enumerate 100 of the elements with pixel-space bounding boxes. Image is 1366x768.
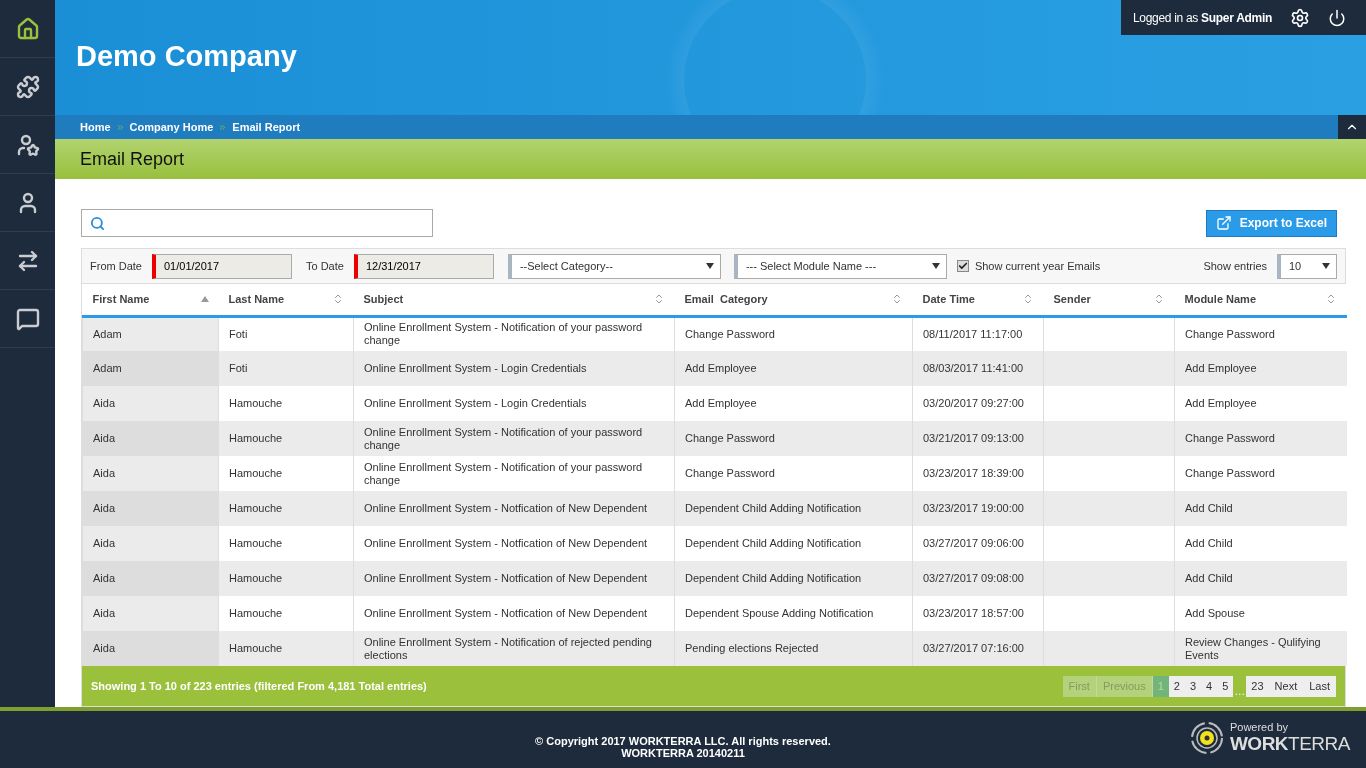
table-cell: Online Enrollment System - Login Credentials [353, 386, 675, 421]
table-cell: Aida [82, 561, 219, 596]
table-cell: Change Password [674, 456, 913, 491]
table-cell: Online Enrollment System - Notification of your password change [353, 456, 675, 491]
table-cell: Add Spouse [1174, 596, 1347, 631]
table-cell: Aida [82, 386, 219, 421]
collapse-button[interactable] [1338, 115, 1366, 139]
target-logo-icon [1189, 721, 1224, 755]
search-field[interactable] [81, 209, 433, 237]
table-cell: Add Employee [674, 351, 913, 386]
export-icon [1215, 215, 1232, 231]
table-cell: 03/23/2017 18:39:00 [912, 456, 1044, 491]
table-cell: Hamouche [218, 491, 354, 526]
page-title: Email Report [80, 148, 185, 170]
table-cell: Online Enrollment System - Notification of your password change [353, 316, 675, 351]
table-cell: Aida [82, 456, 219, 491]
table-cell: Hamouche [218, 596, 354, 631]
table-cell: Foti [218, 316, 354, 351]
breadcrumb-link[interactable]: Email Report [232, 121, 301, 133]
company-name: Demo Company [76, 40, 297, 73]
table-cell: Aida [82, 421, 219, 456]
column-header[interactable]: Module Name [1174, 284, 1347, 316]
ellipsis: … [1233, 683, 1247, 697]
table-cell: Hamouche [218, 526, 354, 561]
settings-icon [1290, 7, 1310, 28]
table-cell: Hamouche [218, 386, 354, 421]
home-icon [15, 16, 40, 41]
date-field[interactable]: 01/01/2017 [151, 253, 292, 279]
separator-icon [115, 122, 125, 132]
table-cell: Change Password [1174, 421, 1347, 456]
table-cell: Dependent Spouse Adding Notification [674, 596, 913, 631]
table-cell: 03/27/2017 07:16:00 [912, 631, 1044, 666]
table-cell: Dependent Child Adding Notification [674, 561, 913, 596]
table-cell: Change Password [674, 421, 913, 456]
table-cell: 03/21/2017 09:13:00 [912, 421, 1044, 456]
power-icon [1328, 8, 1346, 27]
copyright-text: © Copyright 2017 WORKTERRA LLC. All rights reserved. [535, 734, 831, 747]
page-button[interactable]: 23 [1246, 675, 1269, 697]
dropdown-arrow-icon [1322, 263, 1330, 269]
table-cell: 03/23/2017 19:00:00 [912, 491, 1044, 526]
category-select[interactable]: --Select Category-- [507, 253, 721, 279]
table-cell: 03/20/2017 09:27:00 [912, 386, 1044, 421]
table-cell: Adam [82, 351, 219, 386]
checkbox[interactable] [956, 260, 969, 272]
pagination-nav-button[interactable]: Next [1268, 675, 1304, 697]
breadcrumb-link[interactable]: Company Home [129, 121, 214, 133]
table-cell: 03/27/2017 09:08:00 [912, 561, 1044, 596]
table-cell: 08/03/2017 11:41:00 [912, 351, 1044, 386]
table-cell: Hamouche [218, 421, 354, 456]
table-cell: Change Password [1174, 316, 1347, 351]
table-cell: Hamouche [218, 561, 354, 596]
entries-summary: Showing 1 To 10 of 223 entries (filtered From 4,181 Total entries) [91, 680, 427, 692]
table-cell: Change Password [674, 316, 913, 351]
page-button[interactable]: 5 [1217, 675, 1234, 697]
table-cell: Pending elections Rejected [674, 631, 913, 666]
brand-name: WORKTERRA [1229, 733, 1350, 755]
table-cell: Online Enrollment System - Notfication of New Dependent [353, 491, 675, 526]
table-cell: Aida [82, 631, 219, 666]
module-select[interactable]: --- Select Module Name --- [733, 253, 947, 279]
page-button[interactable]: 4 [1201, 675, 1218, 697]
table-cell: Online Enrollment System - Login Credentials [353, 351, 675, 386]
field-label: To Date [305, 260, 344, 272]
table-cell: Dependent Child Adding Notification [674, 526, 913, 561]
breadcrumb-link[interactable]: Home [80, 121, 111, 133]
table-cell: Online Enrollment System - Notfication of New Dependent [353, 596, 675, 631]
version-text: WORKTERRA 20140211 [621, 746, 745, 759]
table-cell: Add Child [1174, 526, 1347, 561]
dropdown-arrow-icon [931, 263, 940, 269]
pagination-nav-button[interactable]: Last [1303, 675, 1336, 697]
logged-in-text: Logged in as Super Admin [1132, 10, 1272, 25]
table-cell: Hamouche [218, 631, 354, 666]
table-cell: Change Password [1174, 456, 1347, 491]
user-star-icon [15, 132, 40, 157]
powered-by-text: Powered by [1229, 721, 1290, 733]
table-cell: Aida [82, 596, 219, 631]
search-icon [90, 215, 105, 231]
table-cell: Add Employee [1174, 351, 1347, 386]
table-cell: Online Enrollment System - Notification of rejected pending elections [353, 631, 675, 666]
table-cell: Dependent Child Adding Notification [674, 491, 913, 526]
entries-select[interactable]: 10 [1277, 253, 1337, 279]
settings-button[interactable] [1290, 7, 1310, 28]
table-cell: Add Child [1174, 561, 1347, 596]
field-label: From Date [90, 260, 142, 272]
dropdown-arrow-icon [705, 263, 714, 269]
table-cell: Online Enrollment System - Notfication of New Dependent [353, 526, 675, 561]
checkbox-label: Show current year Emails [974, 260, 1101, 272]
date-field[interactable]: 12/31/2017 [353, 253, 494, 279]
table-cell: Aida [82, 526, 219, 561]
power-button[interactable] [1328, 8, 1346, 27]
field-label: Show entries [1203, 260, 1267, 272]
table-cell: Aida [82, 491, 219, 526]
puzzle-icon [15, 74, 40, 99]
table-cell: Foti [218, 351, 354, 386]
separator-icon [218, 122, 228, 132]
table-cell: 03/23/2017 18:57:00 [912, 596, 1044, 631]
chat-bubble-icon [15, 306, 40, 331]
table-cell: Hamouche [218, 456, 354, 491]
table-cell: 03/27/2017 09:06:00 [912, 526, 1044, 561]
table-cell: Online Enrollment System - Notification of your password change [353, 421, 675, 456]
table-cell: Add Employee [674, 386, 913, 421]
